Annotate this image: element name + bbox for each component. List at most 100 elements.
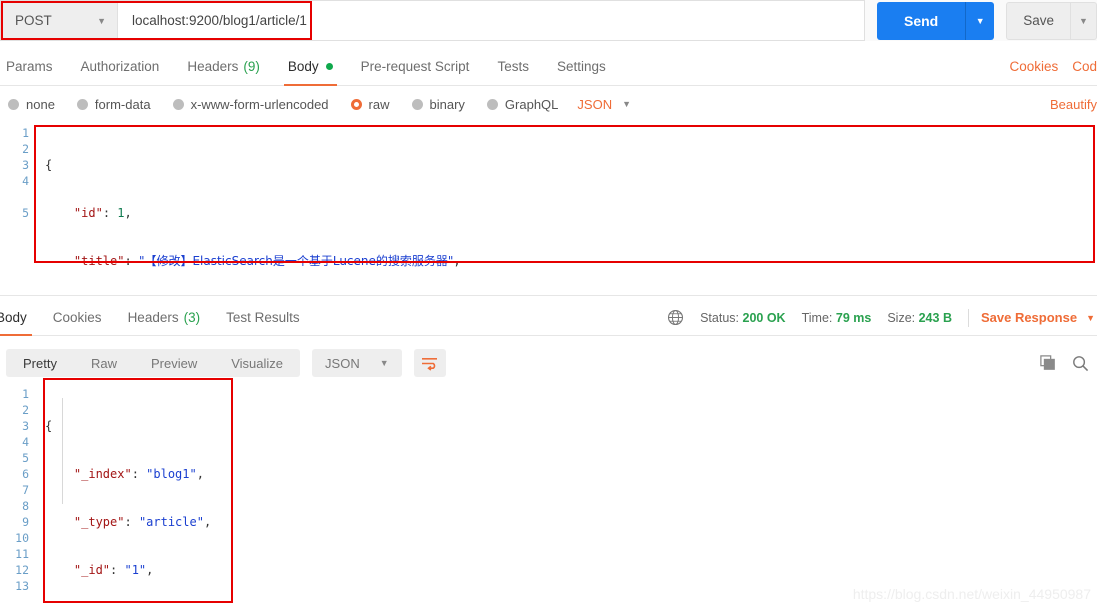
view-mode-visualize[interactable]: Visualize [214, 349, 300, 377]
code-link[interactable]: Cod [1072, 59, 1097, 74]
response-body-code: { "_index": "blog1", "_type": "article",… [45, 419, 212, 577]
body-type-urlencoded[interactable]: x-www-form-urlencoded [164, 97, 338, 112]
line-number: 5 [22, 451, 29, 465]
tab-label: Pre-request Script [360, 59, 470, 74]
save-button[interactable]: Save [1006, 1, 1071, 40]
response-tabs: Body Cookies Headers (3) Test Results St… [0, 300, 1097, 336]
tab-headers[interactable]: Headers (9) [173, 48, 274, 86]
request-line-numbers: 1 2 3 4 5 [0, 122, 36, 287]
response-view-toolbar: Pretty Raw Preview Visualize JSON ▼ [0, 344, 1097, 382]
chevron-down-icon[interactable]: ▼ [1086, 313, 1095, 323]
response-body-viewer[interactable]: 1 2 3 4 5 6 7 8 9 10 11 12 13 { "_index"… [0, 382, 1097, 608]
tab-body[interactable]: Body [274, 48, 347, 86]
radio-icon [486, 98, 498, 110]
json-string: "1" [124, 563, 147, 577]
status-label: Status: [700, 310, 740, 325]
tab-params[interactable]: Params [0, 48, 67, 86]
line-number: 13 [15, 579, 29, 593]
json-brace: { [45, 158, 53, 172]
tab-pre-request-script[interactable]: Pre-request Script [347, 48, 484, 86]
time-value: 79 ms [835, 310, 872, 325]
save-response-button[interactable]: Save Response [981, 310, 1077, 325]
tab-authorization[interactable]: Authorization [67, 48, 174, 86]
response-tab-headers[interactable]: Headers (3) [115, 300, 214, 336]
search-icon[interactable] [1072, 355, 1089, 372]
cookies-link[interactable]: Cookies [1009, 59, 1058, 74]
url-input[interactable]: localhost:9200/blog1/article/1 [118, 0, 865, 41]
line-number: 3 [22, 158, 29, 172]
line-number: 11 [15, 547, 29, 561]
radio-icon [76, 98, 88, 110]
request-url-bar: POST ▼ localhost:9200/blog1/article/1 Se… [0, 0, 1097, 41]
tab-settings[interactable]: Settings [543, 48, 620, 86]
radio-icon [411, 98, 423, 110]
send-options-button[interactable]: ▼ [965, 1, 995, 40]
line-number: 4 [22, 174, 29, 188]
tab-label: Body [287, 59, 319, 74]
code-fold-guide [62, 398, 63, 504]
response-format-dropdown[interactable]: JSON ▼ [312, 349, 402, 377]
separator [967, 308, 969, 327]
json-key: "_index" [73, 467, 132, 481]
tab-label: Cookies [52, 310, 102, 325]
size-label: Size: [887, 310, 916, 325]
view-mode-pretty[interactable]: Pretty [6, 349, 74, 377]
size-indicator: Size: 243 B [887, 311, 952, 325]
body-type-form-data[interactable]: form-data [68, 97, 160, 112]
json-brace: { [45, 419, 53, 433]
tab-label: Settings [556, 59, 606, 74]
body-type-none[interactable]: none [0, 97, 64, 112]
copy-icon[interactable] [1040, 355, 1056, 371]
globe-icon[interactable] [667, 309, 684, 326]
tab-label: Params [6, 59, 53, 74]
send-button-group: Send ▼ [876, 0, 995, 41]
request-body-editor[interactable]: 1 2 3 4 5 { "id": 1, "title": "【修改】Elast… [0, 122, 1097, 287]
view-mode-preview[interactable]: Preview [134, 349, 214, 377]
chevron-down-icon: ▼ [379, 358, 389, 368]
http-method-label: POST [15, 13, 52, 28]
line-number: 12 [15, 563, 29, 577]
response-tab-cookies[interactable]: Cookies [40, 300, 115, 336]
watermark: https://blog.csdn.net/weixin_44950987 [852, 586, 1091, 602]
request-tabs-right-links: Cookies Cod [1009, 59, 1097, 74]
wrap-lines-button[interactable] [413, 349, 446, 377]
postman-window: POST ▼ localhost:9200/blog1/article/1 Se… [0, 0, 1097, 608]
line-number: 5 [22, 206, 29, 220]
request-body-code[interactable]: { "id": 1, "title": "【修改】ElasticSearch是一… [36, 122, 1097, 287]
line-number: 7 [22, 483, 29, 497]
line-number: 1 [22, 387, 29, 401]
line-number: 2 [22, 403, 29, 417]
panel-divider [0, 295, 1097, 296]
headers-count-badge: (9) [243, 59, 260, 74]
json-string: "【修改】ElasticSearch是一个基于Lucene的搜索服务器" [138, 254, 454, 268]
http-method-dropdown[interactable]: POST ▼ [0, 0, 118, 41]
send-button[interactable]: Send [876, 1, 966, 40]
view-mode-raw[interactable]: Raw [74, 349, 134, 377]
beautify-link[interactable]: Beautify [1050, 97, 1097, 112]
tab-tests[interactable]: Tests [483, 48, 543, 86]
body-type-graphql[interactable]: GraphQL [478, 97, 567, 112]
save-options-button[interactable]: ▼ [1071, 1, 1097, 40]
tab-label: Tests [497, 59, 529, 74]
json-string: "article" [138, 515, 204, 529]
line-number: 1 [22, 126, 29, 140]
response-tab-body[interactable]: Body [0, 300, 40, 336]
body-type-label: form-data [94, 96, 151, 112]
response-format-label: JSON [325, 355, 360, 371]
body-format-label: JSON [577, 96, 613, 112]
json-string: "blog1" [146, 467, 197, 481]
radio-icon [172, 98, 184, 110]
json-key: "_type" [73, 515, 125, 529]
tab-label: Authorization [80, 59, 160, 74]
request-tabs: Params Authorization Headers (9) Body Pr… [0, 48, 1097, 86]
body-type-label: raw [368, 96, 390, 112]
line-number: 8 [22, 499, 29, 513]
body-type-binary[interactable]: binary [403, 97, 474, 112]
response-tab-test-results[interactable]: Test Results [213, 300, 313, 336]
tab-label: Test Results [226, 310, 300, 325]
body-format-dropdown[interactable]: JSON ▼ [577, 97, 631, 112]
tab-label: Body [0, 310, 27, 325]
body-type-label: GraphQL [504, 96, 559, 112]
body-type-raw[interactable]: raw [342, 97, 399, 112]
json-number: 1 [117, 206, 125, 220]
